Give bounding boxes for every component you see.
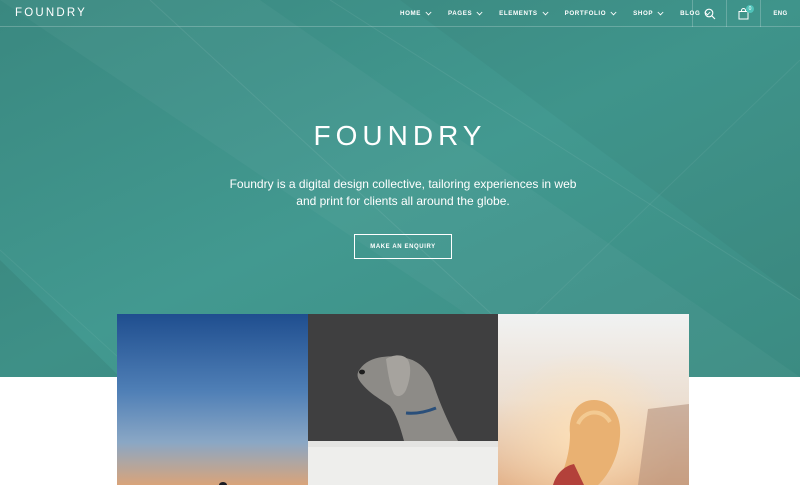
top-navigation: FOUNDRY HOME PAGES ELEMENTS PORTFOLIO SH…: [0, 0, 800, 27]
hero-lead-text: Foundry is a digital design collective, …: [229, 177, 577, 208]
chevron-down-icon: [476, 11, 483, 16]
language-label: ENG: [773, 10, 788, 17]
sky-dusk-photo: [117, 314, 308, 485]
nav-item-shop[interactable]: SHOP: [633, 10, 664, 17]
hero-title: FOUNDRY: [313, 120, 487, 151]
gallery-image-light[interactable]: [308, 441, 498, 485]
chevron-down-icon: [425, 11, 432, 16]
make-enquiry-button[interactable]: MAKE AN ENQUIRY: [354, 234, 452, 259]
nav-item-pages[interactable]: PAGES: [448, 10, 483, 17]
chevron-down-icon: [657, 11, 664, 16]
main-menu: HOME PAGES ELEMENTS PORTFOLIO SHOP BLOG: [400, 0, 727, 27]
chevron-down-icon: [610, 11, 617, 16]
nav-item-label: SHOP: [633, 10, 654, 17]
search-icon: [704, 8, 715, 19]
nav-item-label: PORTFOLIO: [564, 10, 607, 17]
search-button[interactable]: [692, 0, 726, 27]
language-selector[interactable]: ENG: [760, 0, 800, 27]
light-abstract-photo: [308, 441, 498, 485]
site-logo[interactable]: FOUNDRY: [15, 7, 87, 19]
dog-portrait-photo: [308, 314, 498, 441]
nav-item-home[interactable]: HOME: [400, 10, 432, 17]
nav-item-portfolio[interactable]: PORTFOLIO: [565, 10, 618, 17]
gallery-image-girl[interactable]: [498, 314, 689, 485]
gallery-image-dog[interactable]: [308, 314, 498, 441]
girl-sunset-photo: [498, 314, 689, 485]
nav-item-label: ELEMENTS: [499, 10, 538, 17]
nav-item-label: HOME: [400, 10, 421, 17]
gallery-image-sky[interactable]: [117, 314, 308, 485]
cart-count-badge: 0: [746, 5, 754, 13]
cart-button[interactable]: 0: [726, 0, 760, 27]
nav-item-elements[interactable]: ELEMENTS: [499, 10, 549, 17]
chevron-down-icon: [542, 11, 549, 16]
nav-item-label: PAGES: [447, 10, 473, 17]
